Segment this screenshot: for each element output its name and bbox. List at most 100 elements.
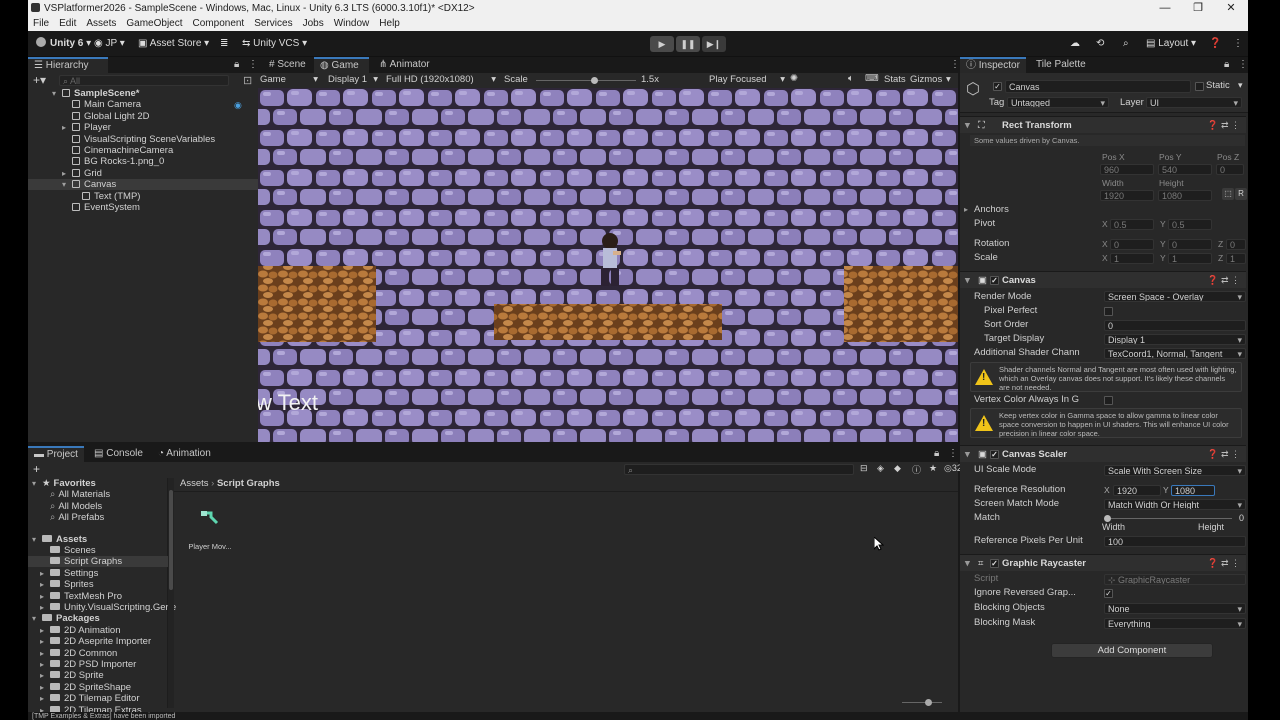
scale-z-field[interactable]: 1 [1226, 253, 1246, 264]
filter-type-icon[interactable]: ⊟ [860, 463, 868, 474]
hierarchy-item[interactable]: EventSystem [28, 202, 258, 213]
fold-arrow-icon[interactable]: ▸ [40, 659, 50, 670]
fold-arrow-icon[interactable]: ▸ [62, 122, 72, 133]
rot-y-field[interactable]: 0 [1168, 239, 1212, 250]
unity-version-button[interactable]: Unity 6 ▾ [36, 36, 91, 52]
folder-item[interactable]: ▸ 2D Common [28, 648, 168, 659]
active-checkbox[interactable]: ✓ [993, 82, 1002, 91]
hierarchy-search-input[interactable]: ⌕ All [59, 75, 229, 86]
folder-item[interactable]: ▾ ★ Favorites [28, 478, 168, 489]
history-icon[interactable]: ⟲ [1096, 36, 1104, 52]
folder-item[interactable]: ▸ 2D Sprite [28, 670, 168, 681]
pause-button[interactable]: ❚❚ [676, 36, 700, 52]
canvas-scaler-header[interactable]: ▾ ▣ ✓ Canvas Scaler ❓ ⇄ ⋮ [960, 445, 1246, 462]
anchors-row[interactable]: ▸ Anchors [960, 203, 1246, 217]
fold-arrow-icon[interactable]: ▸ [40, 579, 50, 590]
tab-animation[interactable]: ◔ Animation [152, 446, 217, 462]
breadcrumb-assets[interactable]: Assets [180, 478, 209, 489]
ref-x-field[interactable]: 1920 [1113, 485, 1161, 496]
fold-arrow-icon[interactable]: ▸ [40, 693, 50, 704]
component-menu-icons[interactable]: ❓ ⇄ ⋮ [1207, 446, 1240, 463]
sun-icon[interactable]: ✺ [790, 73, 798, 84]
fold-arrow-icon[interactable]: ▾ [965, 117, 970, 134]
tab-tile-palette[interactable]: Tile Palette [1030, 57, 1092, 73]
tree-scrollbar[interactable] [168, 478, 174, 708]
fold-arrow-icon[interactable]: ▸ [40, 648, 50, 659]
bookmark-icon[interactable]: ≣ [220, 36, 228, 52]
display-dropdown[interactable]: Display 1 ▾ [328, 74, 378, 85]
vertex-color-checkbox[interactable] [1104, 396, 1113, 405]
more-icon[interactable]: ⋮ [1233, 36, 1243, 52]
menu-jobs[interactable]: Jobs [298, 18, 329, 29]
star-icon[interactable]: ★ [929, 463, 937, 474]
icon-size-slider[interactable] [902, 702, 942, 703]
layer-dropdown[interactable]: UI [1146, 97, 1242, 108]
game-mode-dropdown[interactable]: Game ▾ [260, 74, 320, 85]
step-button[interactable]: ▶❙ [702, 36, 726, 52]
scale-x-field[interactable]: 1 [1110, 253, 1154, 264]
component-menu-icons[interactable]: ❓ ⇄ ⋮ [1207, 117, 1240, 134]
fold-arrow-icon[interactable]: ▸ [40, 682, 50, 693]
raycaster-enabled-checkbox[interactable]: ✓ [990, 559, 999, 568]
resolution-dropdown[interactable]: Full HD (1920x1080) ▾ [386, 74, 496, 85]
menu-services[interactable]: Services [249, 18, 297, 29]
folder-item[interactable]: ▾ Assets [28, 534, 168, 545]
rot-z-field[interactable]: 0 [1226, 239, 1246, 250]
close-button[interactable]: ✕ [1214, 0, 1248, 16]
static-dropdown-icon[interactable]: ▾ [1238, 80, 1243, 91]
tab-scene[interactable]: # Scene [263, 57, 312, 73]
folder-item[interactable]: ▾ Packages [28, 613, 168, 624]
vcs-button[interactable]: ⇆ Unity VCS ▾ [242, 36, 307, 52]
tab-console[interactable]: ▤ Console [88, 446, 149, 462]
menu-help[interactable]: Help [374, 18, 405, 29]
project-search-input[interactable]: ⌕ [624, 464, 854, 475]
menu-file[interactable]: File [28, 18, 54, 29]
folder-item[interactable]: ▸ 2D PSD Importer [28, 659, 168, 670]
component-menu-icons[interactable]: ❓ ⇄ ⋮ [1207, 555, 1240, 572]
pivot-x-field[interactable]: 0.5 [1110, 219, 1154, 230]
fold-arrow-icon[interactable]: ▸ [62, 168, 72, 179]
fold-arrow-icon[interactable]: ▾ [32, 478, 42, 489]
play-focused-dropdown[interactable]: Play Focused ▾ [709, 74, 785, 85]
asset-store-button[interactable]: ▣ Asset Store ▾ [138, 36, 209, 52]
breadcrumb-script-graphs[interactable]: Script Graphs [217, 478, 280, 489]
hierarchy-item[interactable]: Global Light 2D [28, 111, 258, 122]
account-dropdown[interactable]: ◉ JP ▾ [94, 36, 125, 52]
tree-scrollbar-thumb[interactable] [169, 490, 173, 590]
tab-animator[interactable]: ⋔ Animator [373, 57, 436, 73]
rect-transform-header[interactable]: ▾ ⛶ Rect Transform ❓ ⇄ ⋮ [960, 116, 1246, 133]
keyboard-icon[interactable]: ⌨ [865, 73, 879, 84]
fold-arrow-icon[interactable]: ▾ [965, 446, 970, 463]
object-name-field[interactable]: Canvas [1005, 80, 1191, 93]
fold-arrow-icon[interactable]: ▸ [40, 602, 50, 613]
folder-item[interactable]: ▸ TextMesh Pro [28, 591, 168, 602]
target-display-dropdown[interactable]: Display 1 [1104, 334, 1246, 345]
filter-icon[interactable]: ◆ [894, 463, 901, 474]
add-component-button[interactable]: Add Component [1051, 643, 1213, 658]
fold-arrow-icon[interactable]: ▸ [40, 591, 50, 602]
match-slider[interactable] [1108, 518, 1232, 519]
layout-dropdown[interactable]: ▤ Layout ▾ [1146, 36, 1196, 52]
fold-arrow-icon[interactable]: ▸ [40, 670, 50, 681]
favorite-item[interactable]: ⌕ All Materials [28, 489, 168, 500]
blocking-mask-dropdown[interactable]: Everything [1104, 618, 1246, 629]
stats-button[interactable]: Stats [884, 74, 906, 85]
shader-channels-dropdown[interactable]: TexCoord1, Normal, Tangent [1104, 348, 1246, 359]
tab-game[interactable]: ◍ Game [314, 57, 369, 73]
raw-edit-button[interactable]: R [1235, 188, 1247, 200]
hierarchy-item[interactable]: ▾ Canvas [28, 179, 258, 191]
fold-arrow-icon[interactable]: ▾ [52, 88, 62, 99]
more-icon[interactable]: ⋮ [1232, 57, 1248, 73]
scale-slider-handle[interactable] [591, 77, 598, 84]
filter-icon[interactable]: ⊡ [243, 74, 252, 87]
favorite-item[interactable]: ⌕ All Prefabs [28, 512, 168, 523]
play-button[interactable]: ▶ [650, 36, 674, 52]
render-mode-dropdown[interactable]: Screen Space - Overlay [1104, 291, 1246, 302]
status-message[interactable]: [TMP Examples & Extras] have been import… [32, 713, 175, 720]
folder-item[interactable]: ▸ Settings [28, 568, 168, 579]
fold-arrow-icon[interactable]: ▾ [62, 179, 72, 190]
filter-label-icon[interactable]: ◈ [877, 463, 884, 474]
static-checkbox[interactable] [1195, 82, 1204, 91]
blueprint-icon[interactable]: ⬚ [1222, 188, 1234, 200]
hierarchy-item[interactable]: BG Rocks-1.png_0 [28, 156, 258, 167]
